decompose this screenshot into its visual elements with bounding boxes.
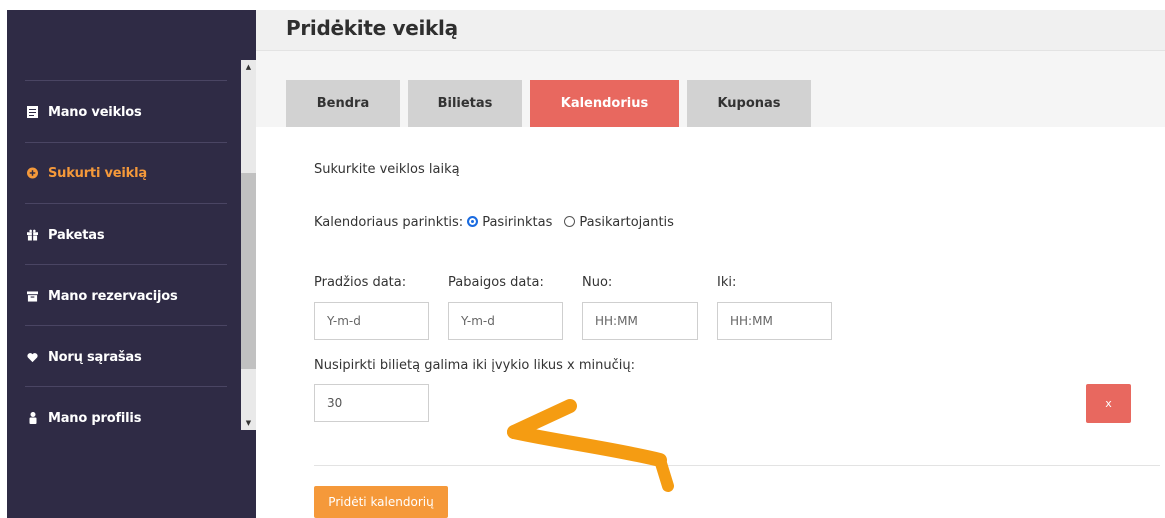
sidebar-divider <box>25 80 227 81</box>
sidebar-item-my-activities[interactable]: Mano veiklos <box>27 100 142 124</box>
end-date-label: Pabaigos data: <box>448 275 544 290</box>
radio-selected[interactable] <box>467 216 479 227</box>
add-calendar-button[interactable]: Pridėti kalendorių <box>314 486 448 518</box>
sidebar-divider <box>25 325 227 326</box>
sidebar-divider <box>25 386 227 387</box>
tab-ticket[interactable]: Bilietas <box>408 80 522 127</box>
page-header: Pridėkite veiklą <box>256 10 1165 51</box>
minutes-input[interactable] <box>314 384 429 422</box>
sidebar: Mano veiklos Sukurti veiklą Paketas Mano… <box>7 10 256 518</box>
heart-icon <box>27 352 38 363</box>
sidebar-item-create-activity[interactable]: Sukurti veiklą <box>27 161 147 185</box>
sidebar-item-my-reservations[interactable]: Mano rezervacijos <box>27 284 178 308</box>
plus-circle-icon <box>27 167 38 179</box>
tab-calendar[interactable]: Kalendorius <box>530 80 679 127</box>
calendar-option-label: Kalendoriaus parinktis: <box>314 215 464 230</box>
page-title: Pridėkite veiklą <box>286 16 458 40</box>
radio-selected-label[interactable]: Pasirinktas <box>482 215 552 230</box>
sidebar-item-label: Mano veiklos <box>48 104 142 120</box>
sidebar-item-label: Mano rezervacijos <box>48 288 178 304</box>
user-icon <box>27 412 38 424</box>
sidebar-item-package[interactable]: Paketas <box>27 223 105 247</box>
sidebar-item-wishlist[interactable]: Norų sąrašas <box>27 345 142 369</box>
sidebar-item-label: Paketas <box>48 227 105 243</box>
to-time-label: Iki: <box>717 275 737 290</box>
divider <box>314 465 1160 466</box>
remove-button[interactable]: x <box>1086 384 1131 423</box>
sidebar-item-my-profile[interactable]: Mano profilis <box>27 406 141 430</box>
start-date-label: Pradžios data: <box>314 275 407 290</box>
gift-icon <box>27 229 38 241</box>
scroll-up-icon[interactable]: ▲ <box>241 60 256 74</box>
to-time-input[interactable] <box>717 302 832 340</box>
archive-icon <box>27 290 38 302</box>
radio-recurring-label[interactable]: Pasikartojantis <box>579 215 674 230</box>
sidebar-scrollbar-thumb[interactable] <box>241 173 256 369</box>
end-date-input[interactable] <box>448 302 563 340</box>
from-time-input[interactable] <box>582 302 698 340</box>
sidebar-divider <box>25 142 227 143</box>
sidebar-item-label: Norų sąrašas <box>48 349 142 365</box>
from-time-label: Nuo: <box>582 275 613 290</box>
radio-recurring[interactable] <box>564 216 576 227</box>
tab-coupon[interactable]: Kuponas <box>687 80 811 127</box>
tab-general[interactable]: Bendra <box>286 80 400 127</box>
section-title: Sukurkite veiklos laiką <box>314 162 460 177</box>
scroll-down-icon[interactable]: ▼ <box>241 416 256 430</box>
start-date-input[interactable] <box>314 302 429 340</box>
sidebar-divider <box>25 203 227 204</box>
sidebar-divider <box>25 264 227 265</box>
minutes-label: Nusipirkti bilietą galima iki įvykio lik… <box>314 358 635 373</box>
sidebar-item-label: Sukurti veiklą <box>48 165 147 181</box>
list-icon <box>27 106 38 118</box>
sidebar-item-label: Mano profilis <box>48 410 142 426</box>
annotation-arrow-icon <box>507 399 674 492</box>
calendar-option-row: Kalendoriaus parinktis: Pasirinktas Pasi… <box>314 215 674 230</box>
